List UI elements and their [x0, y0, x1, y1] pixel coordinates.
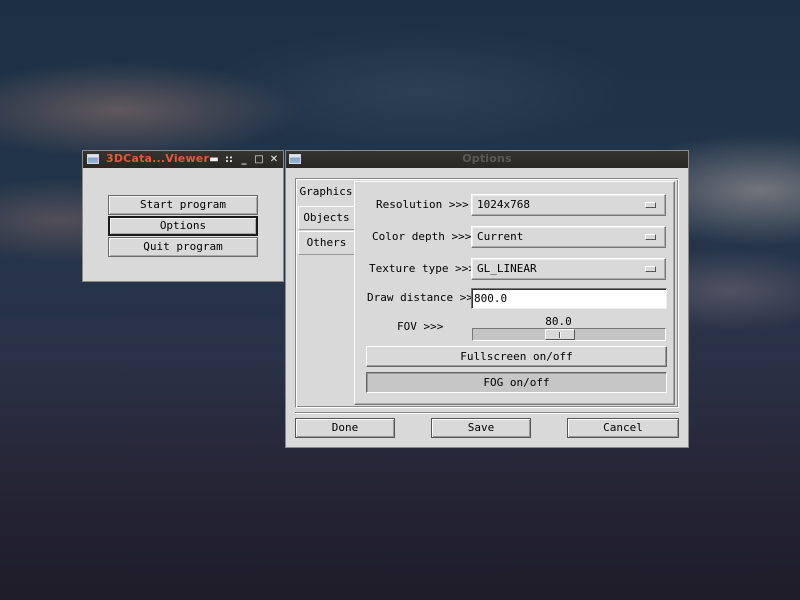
color-depth-label: Color depth >>>: [372, 230, 472, 243]
close-icon[interactable]: ✕: [269, 154, 279, 165]
shade-icon[interactable]: ::: [224, 154, 234, 165]
dropdown-indicator-icon: [645, 266, 656, 272]
resolution-dropdown[interactable]: 1024x768: [471, 194, 666, 216]
tab-objects[interactable]: Objects: [298, 206, 354, 230]
texture-type-dropdown[interactable]: GL_LINEAR: [471, 258, 666, 280]
options-button[interactable]: Options: [108, 216, 258, 236]
save-button[interactable]: Save: [431, 418, 531, 438]
options-window: Options Graphics Objects Others Resoluti…: [285, 150, 689, 448]
options-window-title: Options: [462, 152, 512, 165]
color-depth-dropdown[interactable]: Current: [471, 226, 666, 248]
fog-toggle-button[interactable]: FOG on/off: [366, 372, 667, 393]
draw-distance-input[interactable]: 800.0: [471, 288, 667, 309]
start-program-button[interactable]: Start program: [108, 195, 258, 215]
button-separator: [295, 412, 679, 414]
fov-label: FOV >>>: [397, 320, 444, 333]
resolution-value: 1024x768: [477, 198, 530, 211]
color-depth-value: Current: [477, 230, 524, 243]
draw-distance-label: Draw distance >>>: [367, 291, 480, 304]
options-window-titlebar[interactable]: Options: [286, 151, 688, 168]
main-window: 3DCata...Viewer ▬ :: _ □ ✕ Start program…: [82, 150, 284, 282]
fov-value: 80.0: [545, 315, 572, 328]
dropdown-indicator-icon: [645, 234, 656, 240]
minimize-icon[interactable]: _: [239, 154, 249, 165]
main-window-title: 3DCata...Viewer: [106, 152, 210, 165]
resolution-label: Resolution >>>: [376, 198, 469, 211]
fov-slider[interactable]: [472, 328, 666, 341]
fullscreen-toggle-button[interactable]: Fullscreen on/off: [366, 346, 667, 367]
texture-type-value: GL_LINEAR: [477, 262, 537, 275]
titlebar-controls: ▬ :: _ □ ✕: [209, 151, 279, 168]
window-app-icon[interactable]: [87, 154, 99, 164]
cancel-button[interactable]: Cancel: [567, 418, 679, 438]
fov-slider-handle[interactable]: [545, 329, 575, 340]
main-window-titlebar[interactable]: 3DCata...Viewer ▬ :: _ □ ✕: [83, 151, 283, 168]
done-button[interactable]: Done: [295, 418, 395, 438]
dropdown-indicator-icon: [645, 202, 656, 208]
window-menu-icon[interactable]: ▬: [209, 154, 219, 165]
texture-type-label: Texture type >>>: [369, 262, 475, 275]
tab-graphics[interactable]: Graphics: [298, 181, 354, 205]
maximize-icon[interactable]: □: [254, 154, 264, 165]
quit-program-button[interactable]: Quit program: [108, 237, 258, 257]
tab-others[interactable]: Others: [298, 231, 354, 255]
